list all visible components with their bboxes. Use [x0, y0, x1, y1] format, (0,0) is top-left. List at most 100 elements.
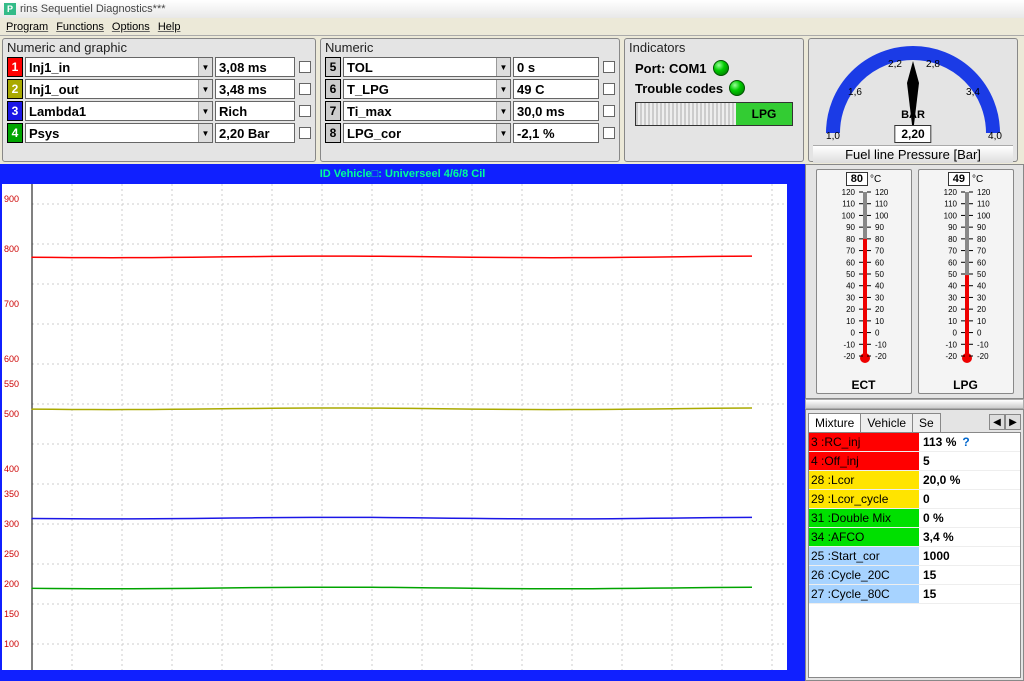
mixture-row[interactable]: 3 :RC_inj 113 %? [809, 433, 1020, 452]
line-chart: 900800700600550500400350300250200150100 [2, 184, 787, 670]
svg-text:90: 90 [846, 223, 855, 232]
mixture-value: 5 [919, 452, 1020, 470]
menu-help[interactable]: Help [158, 21, 181, 33]
param-select[interactable]: Lambda1▼ [25, 101, 213, 121]
mode-label: LPG [736, 103, 792, 125]
svg-text:100: 100 [977, 211, 991, 220]
mixture-row[interactable]: 25 :Start_cor 1000 [809, 547, 1020, 566]
menu-program[interactable]: Program [6, 21, 48, 33]
tab-scroll-right-icon[interactable]: ▶ [1005, 414, 1021, 430]
param-select[interactable]: Inj1_out▼ [25, 79, 213, 99]
svg-text:10: 10 [875, 317, 884, 326]
mixture-row[interactable]: 27 :Cycle_80C 15 [809, 585, 1020, 604]
param-row: 1 Inj1_in▼ 3,08 ms [7, 56, 311, 78]
param-checkbox[interactable] [299, 105, 311, 117]
help-icon[interactable]: ? [962, 435, 969, 449]
mixture-name: 4 :Off_inj [809, 452, 919, 470]
svg-text:1,6: 1,6 [848, 87, 862, 98]
param-select[interactable]: Psys▼ [25, 123, 213, 143]
mixture-row[interactable]: 4 :Off_inj 5 [809, 452, 1020, 471]
param-checkbox[interactable] [603, 127, 615, 139]
thermometers-panel: 80 °C 1201201101101001009090808070706060… [805, 164, 1024, 399]
svg-text:120: 120 [841, 188, 855, 197]
y-tick: 500 [4, 409, 19, 419]
param-value: Rich [215, 101, 295, 121]
param-checkbox[interactable] [299, 127, 311, 139]
param-value: -2,1 % [513, 123, 599, 143]
svg-text:90: 90 [977, 223, 986, 232]
param-select[interactable]: TOL▼ [343, 57, 511, 77]
mixture-row[interactable]: 31 :Double Mix 0 % [809, 509, 1020, 528]
y-tick: 900 [4, 194, 19, 204]
svg-text:20: 20 [846, 305, 855, 314]
param-select[interactable]: Ti_max▼ [343, 101, 511, 121]
param-select[interactable]: LPG_cor▼ [343, 123, 511, 143]
ect-thermometer: 80 °C 1201201101101001009090808070706060… [816, 169, 912, 394]
param-row: 5 TOL▼ 0 s [325, 56, 615, 78]
tab-scroll-left-icon[interactable]: ◀ [989, 414, 1005, 430]
chevron-down-icon[interactable]: ▼ [198, 80, 212, 98]
chevron-down-icon[interactable]: ▼ [198, 58, 212, 76]
svg-text:2,2: 2,2 [888, 59, 902, 70]
param-checkbox[interactable] [299, 83, 311, 95]
tab-settings[interactable]: Se [912, 413, 941, 432]
chevron-down-icon[interactable]: ▼ [496, 102, 510, 120]
svg-text:-20: -20 [843, 352, 855, 361]
param-checkbox[interactable] [603, 61, 615, 73]
chevron-down-icon[interactable]: ▼ [198, 124, 212, 142]
mixture-row[interactable]: 34 :AFCO 3,4 % [809, 528, 1020, 547]
mixture-row[interactable]: 26 :Cycle_20C 15 [809, 566, 1020, 585]
chevron-down-icon[interactable]: ▼ [496, 80, 510, 98]
mixture-row[interactable]: 28 :Lcor 20,0 % [809, 471, 1020, 490]
mixture-name: 34 :AFCO [809, 528, 919, 546]
svg-text:20: 20 [875, 305, 884, 314]
tab-mixture[interactable]: Mixture [808, 413, 861, 432]
chevron-down-icon[interactable]: ▼ [198, 102, 212, 120]
svg-text:0: 0 [875, 329, 880, 338]
mode-indicator: LPG [635, 102, 793, 126]
svg-text:90: 90 [875, 223, 884, 232]
svg-text:0: 0 [952, 329, 957, 338]
svg-text:10: 10 [948, 317, 957, 326]
param-checkbox[interactable] [603, 83, 615, 95]
y-tick: 200 [4, 579, 19, 589]
chevron-down-icon[interactable]: ▼ [496, 58, 510, 76]
y-tick: 300 [4, 519, 19, 529]
param-checkbox[interactable] [299, 61, 311, 73]
svg-text:-20: -20 [945, 352, 957, 361]
mixture-name: 31 :Double Mix [809, 509, 919, 527]
svg-text:120: 120 [977, 188, 991, 197]
mixture-row[interactable]: 29 :Lcor_cycle 0 [809, 490, 1020, 509]
svg-text:10: 10 [977, 317, 986, 326]
tab-vehicle[interactable]: Vehicle [860, 413, 913, 432]
mixture-value: 15 [919, 585, 1020, 603]
svg-text:60: 60 [846, 258, 855, 267]
param-checkbox[interactable] [603, 105, 615, 117]
param-row: 4 Psys▼ 2,20 Bar [7, 122, 311, 144]
svg-text:30: 30 [846, 293, 855, 302]
param-select[interactable]: T_LPG▼ [343, 79, 511, 99]
menu-functions[interactable]: Functions [56, 21, 104, 33]
menu-options[interactable]: Options [112, 21, 150, 33]
mixture-name: 27 :Cycle_80C [809, 585, 919, 603]
chevron-down-icon[interactable]: ▼ [496, 124, 510, 142]
param-row: 2 Inj1_out▼ 3,48 ms [7, 78, 311, 100]
svg-text:-20: -20 [977, 352, 989, 361]
svg-text:30: 30 [977, 293, 986, 302]
svg-text:70: 70 [977, 247, 986, 256]
svg-text:110: 110 [842, 200, 855, 209]
param-index: 8 [325, 123, 341, 143]
param-select[interactable]: Inj1_in▼ [25, 57, 213, 77]
svg-text:110: 110 [977, 200, 990, 209]
mixture-value: 113 %? [919, 433, 1020, 451]
mixture-value: 15 [919, 566, 1020, 584]
y-tick: 150 [4, 609, 19, 619]
svg-text:20: 20 [977, 305, 986, 314]
mixture-value: 3,4 % [919, 528, 1020, 546]
svg-text:2,8: 2,8 [926, 59, 940, 70]
y-tick: 100 [4, 639, 19, 649]
mixture-list: 3 :RC_inj 113 %? 4 :Off_inj 5 28 :Lcor 2… [808, 432, 1021, 678]
y-tick: 550 [4, 379, 19, 389]
panel-title: Indicators [629, 40, 799, 55]
param-value: 0 s [513, 57, 599, 77]
